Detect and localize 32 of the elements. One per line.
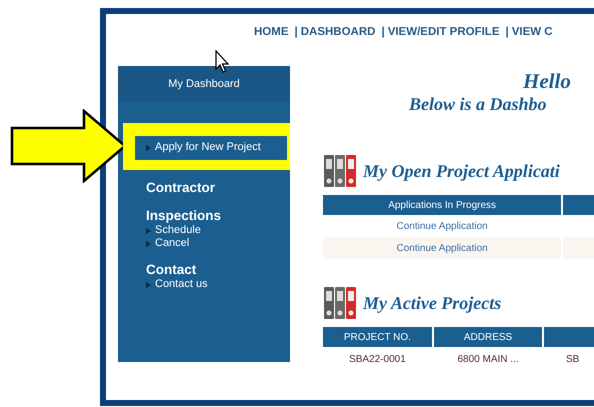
continue-link[interactable]: Continue Application [396,242,488,254]
table-cell-text: 6800 MAIN ... [456,352,520,366]
binders-icon [323,154,357,188]
sidebar-link[interactable]: Cancel [146,237,290,250]
sidebar-title: My Dashboard [118,66,290,102]
nav-link[interactable]: VIEW C [512,26,553,45]
column-header [544,327,594,347]
column-header: ADDRESS [434,327,542,347]
binders-icon [323,286,357,320]
nav-link[interactable]: DASHBOARD [300,26,376,45]
table-cell-text: SBA22-0001 [348,352,407,366]
column-header [563,195,594,215]
column-header: Applications In Progress [323,195,562,215]
sidebar-heading: Contact [146,262,198,278]
nav-link[interactable]: VIEW/EDIT PROFILE [388,26,500,45]
sidebar-link[interactable]: Contact us [146,278,290,291]
nav-link[interactable]: HOME [254,26,288,45]
sidebar-link[interactable]: Apply for New Project [146,141,290,154]
dashboard-subtitle: Below is a Dashbo [408,94,548,114]
sidebar-heading: Inspections [146,208,222,224]
nav-separator: | [380,26,386,40]
continue-link[interactable]: Continue Application [396,220,488,232]
section-title: My Open Project Applicati [363,160,560,182]
cursor-icon [215,50,230,74]
nav-separator: | [504,26,510,40]
section-title: My Active Projects [363,292,502,314]
sidebar-link[interactable]: Schedule [146,224,290,237]
table-cell-text: SB [564,352,580,366]
greeting-heading: Hello [522,68,572,94]
nav-separator: | [294,26,299,40]
column-header: PROJECT NO. [323,327,432,347]
sidebar-heading: Contractor [146,180,216,196]
